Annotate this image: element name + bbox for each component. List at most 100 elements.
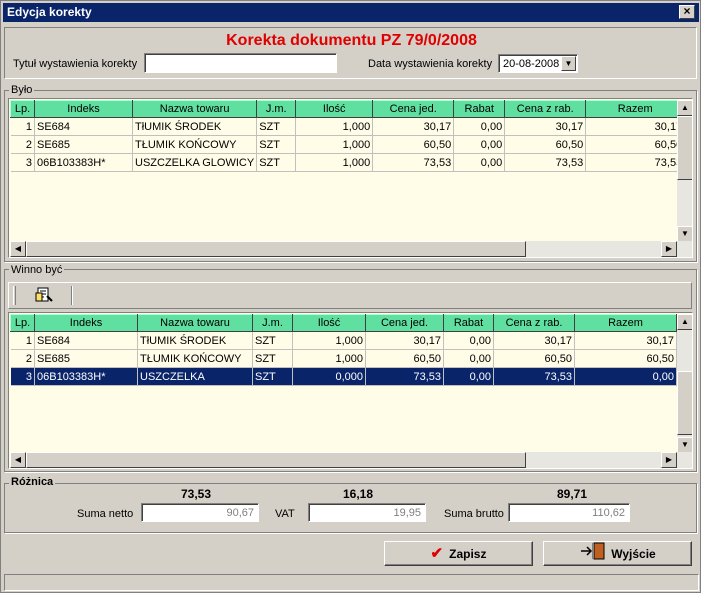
document-title: Korekta dokumentu PZ 79/0/2008 [226, 32, 477, 49]
column-header[interactable]: Razem [585, 100, 686, 118]
table-cell: 73,53 [504, 153, 587, 172]
table-cell: 30,17 [372, 117, 455, 136]
table-cell: 73,53 [585, 153, 686, 172]
scroll-thumb[interactable] [677, 371, 692, 435]
table-cell: 0,000 [292, 367, 366, 386]
bylo-vertical-scrollbar[interactable]: ▲ ▼ [677, 100, 692, 242]
winno-table-body: Lp. Indeks Nazwa towaru J.m. Ilość Cena jed. R… [10, 314, 677, 386]
column-header[interactable]: Lp. [10, 314, 35, 332]
column-header[interactable]: Rabat [453, 100, 506, 118]
netto-field: 90,67 [141, 503, 259, 522]
column-header[interactable]: Indeks [34, 314, 138, 332]
column-header[interactable]: J.m. [256, 100, 297, 118]
column-header[interactable]: Cena z rab. [504, 100, 587, 118]
table-row[interactable]: 3 06B103383H* USZCZELKA GLOWICY SZT 1,000 73,… [10, 153, 686, 172]
table-cell: 2 [10, 135, 35, 154]
column-header[interactable]: Razem [574, 314, 677, 332]
exit-label: Wyjście [611, 547, 656, 562]
scroll-down-icon[interactable]: ▼ [677, 226, 692, 242]
chevron-down-icon[interactable]: ▼ [561, 56, 576, 71]
table-cell: 30,17 [365, 331, 444, 350]
table-cell: USZCZELKA [137, 367, 253, 386]
scroll-thumb[interactable] [677, 116, 692, 180]
exit-button[interactable]: Wyjście [543, 541, 692, 566]
column-header[interactable]: Cena jed. [365, 314, 444, 332]
vat-diff: 16,18 [342, 487, 374, 501]
roznica-label: Różnica [9, 476, 56, 488]
checkmark-icon: ✔ [430, 545, 444, 562]
bylo-horizontal-scrollbar[interactable]: ◀ ▶ [10, 241, 692, 257]
table-cell: 73,53 [493, 367, 575, 386]
close-button[interactable]: × [679, 5, 695, 19]
table-cell: 1,000 [292, 349, 366, 368]
scroll-thumb[interactable] [26, 452, 526, 468]
table-cell: 1,000 [292, 331, 366, 350]
column-header[interactable]: Rabat [443, 314, 494, 332]
table-cell: 1,000 [295, 135, 374, 154]
vat-label: VAT [275, 508, 295, 520]
column-header[interactable]: Ilość [295, 100, 374, 118]
table-cell: 0,00 [443, 367, 494, 386]
table-cell: 60,50 [574, 349, 677, 368]
table-cell: TłUMIK ŚRODEK [137, 331, 253, 350]
table-row[interactable]: 2 SE685 TŁUMIK KOŃCOWY SZT 1,000 60,50 0,00 60,… [10, 135, 686, 154]
column-header[interactable]: Nazwa towaru [131, 100, 258, 118]
title-input[interactable] [144, 53, 337, 73]
brutto-field: 110,62 [508, 503, 630, 522]
table-row[interactable]: 1 SE684 TłUMIK ŚRODEK SZT 1,000 30,17 0,00 30,1… [10, 117, 686, 136]
table-cell: 2 [10, 349, 35, 368]
table-cell: 1 [10, 117, 35, 136]
table-cell: SZT [252, 367, 293, 386]
table-cell: 3 [10, 367, 35, 386]
table-cell: 30,17 [493, 331, 575, 350]
table-cell: SE684 [34, 117, 133, 136]
table-cell: SZT [256, 117, 297, 136]
title-bar: Edycja korekty × [3, 3, 699, 22]
netto-diff: 73,53 [180, 487, 212, 501]
scroll-right-icon[interactable]: ▶ [661, 452, 677, 468]
table-cell: TŁUMIK KOŃCOWY [132, 135, 258, 154]
table-cell: USZCZELKA GLOWICY [132, 153, 258, 172]
date-label: Data wystawienia korekty [368, 58, 493, 70]
scroll-down-icon[interactable]: ▼ [677, 437, 692, 453]
table-cell: 60,50 [504, 135, 587, 154]
scroll-left-icon[interactable]: ◀ [10, 241, 26, 257]
netto-label: Suma netto [77, 508, 134, 520]
scroll-up-icon[interactable]: ▲ [677, 314, 692, 330]
column-header[interactable]: Cena z rab. [493, 314, 575, 332]
table-cell: 73,53 [365, 367, 444, 386]
edit-document-icon[interactable] [33, 286, 55, 306]
column-header[interactable]: Ilość [292, 314, 366, 332]
column-header[interactable]: J.m. [252, 314, 293, 332]
table-cell: SZT [252, 331, 293, 350]
table-cell: 60,50 [365, 349, 444, 368]
save-button[interactable]: ✔ Zapisz [384, 541, 533, 566]
column-header[interactable]: Nazwa towaru [137, 314, 253, 332]
table-cell: 0,00 [453, 153, 506, 172]
date-picker[interactable]: 20-08-2008 ▼ [498, 54, 578, 73]
scroll-right-icon[interactable]: ▶ [661, 241, 677, 257]
table-cell: 0,00 [574, 367, 677, 386]
scroll-left-icon[interactable]: ◀ [10, 452, 26, 468]
column-header[interactable]: Indeks [34, 100, 133, 118]
status-bar [4, 574, 699, 591]
table-row[interactable]: 2 SE685 TŁUMIK KOŃCOWY SZT 1,000 60,50 0,00 60,… [10, 349, 677, 368]
bylo-table-body: Lp. Indeks Nazwa towaru J.m. Ilość Cena jed. R… [10, 100, 686, 172]
table-cell: SE684 [34, 331, 138, 350]
scroll-thumb[interactable] [26, 241, 526, 257]
table-row[interactable]: 1 SE684 TłUMIK ŚRODEK SZT 1,000 30,17 0,00 30,1… [10, 331, 677, 350]
table-cell: TłUMIK ŚRODEK [132, 117, 258, 136]
table-cell: SZT [256, 135, 297, 154]
bylo-label: Było [9, 84, 35, 96]
table-cell: 1 [10, 331, 35, 350]
table-cell: SZT [256, 153, 297, 172]
column-header[interactable]: Lp. [10, 100, 35, 118]
winno-horizontal-scrollbar[interactable]: ◀ ▶ [10, 452, 692, 468]
table-cell: 60,50 [585, 135, 686, 154]
table-row[interactable]: 3 06B103383H* USZCZELKA SZT 0,000 73,53 0,00 73… [10, 367, 677, 386]
column-header[interactable]: Cena jed. [372, 100, 455, 118]
scroll-up-icon[interactable]: ▲ [677, 100, 692, 116]
close-icon: × [683, 4, 691, 18]
winno-vertical-scrollbar[interactable]: ▲ ▼ [677, 314, 692, 453]
table-cell: 06B103383H* [34, 153, 133, 172]
